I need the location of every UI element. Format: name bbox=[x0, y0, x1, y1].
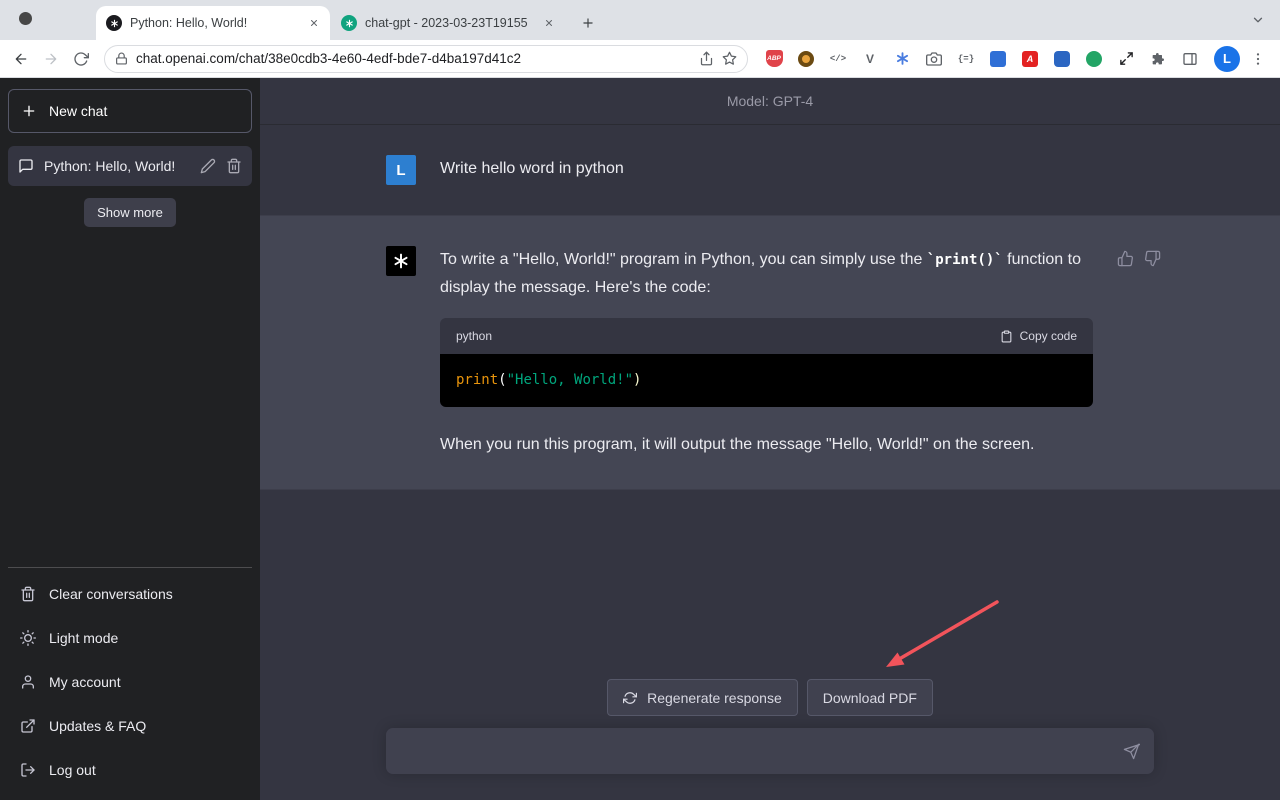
code-block-header: python Copy code bbox=[440, 318, 1093, 354]
camera-extension-icon[interactable] bbox=[924, 49, 944, 69]
inline-code: `print()` bbox=[927, 252, 1003, 268]
assistant-message-content: To write a "Hello, World!" program in Py… bbox=[440, 246, 1093, 459]
menu-item-label: My account bbox=[49, 674, 121, 690]
show-more-button[interactable]: Show more bbox=[84, 198, 176, 227]
browser-menu-icon[interactable] bbox=[1248, 49, 1268, 69]
updates-faq-item[interactable]: Updates & FAQ bbox=[8, 704, 252, 748]
browser-chrome: Python: Hello, World! chat-gpt - 2023-03… bbox=[0, 0, 1280, 78]
chatgpt-favicon bbox=[106, 15, 122, 31]
side-panel-icon[interactable] bbox=[1180, 49, 1200, 69]
clipboard-icon bbox=[1000, 330, 1013, 343]
back-button[interactable] bbox=[8, 46, 34, 72]
external-link-icon bbox=[20, 718, 36, 734]
share-icon[interactable] bbox=[699, 51, 714, 66]
sidebar-chat-item[interactable]: Python: Hello, World! bbox=[8, 146, 252, 186]
chatgpt-favicon bbox=[341, 15, 357, 31]
sidebar: New chat Python: Hello, World! Show more… bbox=[0, 78, 260, 800]
tab-search-chevron-icon[interactable] bbox=[1246, 8, 1270, 32]
prompt-input-bar[interactable] bbox=[386, 728, 1154, 774]
sidebar-spacer bbox=[8, 227, 252, 567]
chat-item-title: Python: Hello, World! bbox=[44, 158, 190, 174]
new-chat-label: New chat bbox=[49, 103, 107, 119]
menu-item-label: Log out bbox=[49, 762, 96, 778]
model-header: Model: GPT-4 bbox=[260, 78, 1280, 125]
window-control-button[interactable] bbox=[19, 12, 32, 25]
code-content: print("Hello, World!") bbox=[440, 354, 1093, 407]
copy-code-button[interactable]: Copy code bbox=[1000, 322, 1077, 350]
browser-tab-inactive[interactable]: chat-gpt - 2023-03-23T19155 bbox=[331, 6, 565, 40]
blue-square-extension-icon[interactable] bbox=[988, 49, 1008, 69]
edit-chat-icon[interactable] bbox=[200, 158, 216, 174]
extensions-bar: ABP </> V {=} A bbox=[764, 49, 1200, 69]
prompt-input[interactable] bbox=[400, 742, 1123, 760]
chat-main: Model: GPT-4 L Write hello word in pytho… bbox=[260, 78, 1280, 800]
assistant-intro-paragraph: To write a "Hello, World!" program in Py… bbox=[440, 246, 1093, 302]
light-mode-item[interactable]: Light mode bbox=[8, 616, 252, 660]
user-icon bbox=[20, 674, 36, 690]
clear-conversations-item[interactable]: Clear conversations bbox=[8, 572, 252, 616]
menu-item-label: Updates & FAQ bbox=[49, 718, 146, 734]
user-avatar: L bbox=[386, 155, 416, 185]
assistant-outro-paragraph: When you run this program, it will outpu… bbox=[440, 431, 1093, 459]
address-bar[interactable]: chat.openai.com/chat/38e0cdb3-4e60-4edf-… bbox=[104, 45, 748, 73]
code-language-label: python bbox=[456, 322, 492, 350]
logout-icon bbox=[20, 762, 36, 778]
extensions-puzzle-icon[interactable] bbox=[1148, 49, 1168, 69]
browser-tab-active[interactable]: Python: Hello, World! bbox=[96, 6, 330, 40]
tab-title: chat-gpt - 2023-03-23T19155 bbox=[365, 16, 533, 30]
chatgpt-app: New chat Python: Hello, World! Show more… bbox=[0, 78, 1280, 800]
adobe-pdf-extension-icon[interactable]: A bbox=[1020, 49, 1040, 69]
copy-code-label: Copy code bbox=[1020, 322, 1077, 350]
trash-icon bbox=[20, 586, 36, 602]
adblock-extension-icon[interactable]: ABP bbox=[764, 49, 784, 69]
menu-item-label: Clear conversations bbox=[49, 586, 173, 602]
sun-icon bbox=[20, 630, 36, 646]
tab-close-icon[interactable] bbox=[306, 15, 322, 31]
log-out-item[interactable]: Log out bbox=[8, 748, 252, 792]
composer-area: Regenerate response Download PDF bbox=[260, 679, 1280, 800]
browser-profile-avatar[interactable]: L bbox=[1214, 46, 1240, 72]
orange-ring-extension-icon[interactable] bbox=[796, 49, 816, 69]
regenerate-label: Regenerate response bbox=[647, 690, 782, 706]
new-tab-button[interactable] bbox=[574, 9, 602, 37]
tab-title: Python: Hello, World! bbox=[130, 16, 298, 30]
chatgpt-avatar bbox=[386, 246, 416, 276]
menu-item-label: Light mode bbox=[49, 630, 118, 646]
blue-asterisk-extension-icon[interactable] bbox=[892, 49, 912, 69]
download-pdf-label: Download PDF bbox=[823, 690, 917, 706]
tab-close-icon[interactable] bbox=[541, 15, 557, 31]
tab-strip: Python: Hello, World! chat-gpt - 2023-03… bbox=[0, 0, 1280, 40]
url-text: chat.openai.com/chat/38e0cdb3-4e60-4edf-… bbox=[136, 51, 691, 66]
assistant-message-row: To write a "Hello, World!" program in Py… bbox=[260, 215, 1280, 490]
blue-cube-extension-icon[interactable] bbox=[1052, 49, 1072, 69]
plus-icon bbox=[21, 103, 37, 119]
user-message-row: L Write hello word in python bbox=[260, 125, 1280, 215]
reload-button[interactable] bbox=[68, 46, 94, 72]
code-extension-icon[interactable]: </> bbox=[828, 49, 848, 69]
message-feedback bbox=[1117, 250, 1161, 267]
v-extension-icon[interactable]: V bbox=[860, 49, 880, 69]
forward-button[interactable] bbox=[38, 46, 64, 72]
code-block: python Copy code print("Hello, World!") bbox=[440, 318, 1093, 407]
sidebar-menu: Clear conversations Light mode My accoun… bbox=[8, 567, 252, 792]
green-circle-extension-icon[interactable] bbox=[1084, 49, 1104, 69]
send-icon[interactable] bbox=[1123, 743, 1140, 760]
lock-icon bbox=[115, 52, 128, 65]
thumbs-down-icon[interactable] bbox=[1144, 250, 1161, 267]
user-message-text: Write hello word in python bbox=[440, 155, 1093, 183]
chat-bubble-icon bbox=[18, 158, 34, 174]
new-chat-button[interactable]: New chat bbox=[8, 89, 252, 133]
my-account-item[interactable]: My account bbox=[8, 660, 252, 704]
bookmark-star-icon[interactable] bbox=[722, 51, 737, 66]
refresh-icon bbox=[623, 691, 637, 705]
regex-extension-icon[interactable]: {=} bbox=[956, 49, 976, 69]
download-pdf-button[interactable]: Download PDF bbox=[807, 679, 933, 716]
regenerate-response-button[interactable]: Regenerate response bbox=[607, 679, 798, 716]
browser-toolbar: chat.openai.com/chat/38e0cdb3-4e60-4edf-… bbox=[0, 40, 1280, 78]
fullscreen-extension-icon[interactable] bbox=[1116, 49, 1136, 69]
delete-chat-icon[interactable] bbox=[226, 158, 242, 174]
response-actions: Regenerate response Download PDF bbox=[260, 679, 1280, 716]
thumbs-up-icon[interactable] bbox=[1117, 250, 1134, 267]
